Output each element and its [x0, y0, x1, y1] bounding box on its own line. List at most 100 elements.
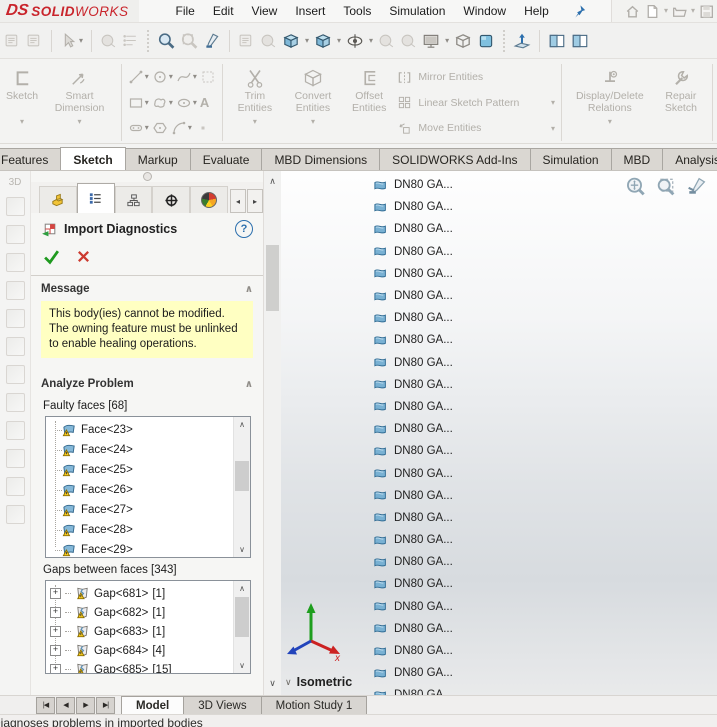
viewport-pane-button[interactable]	[548, 32, 566, 50]
spline-tool-button[interactable]: ▾	[176, 69, 197, 85]
menu-item[interactable]: Insert	[286, 1, 334, 21]
convert-entities-button[interactable]: Convert Entities ▾	[283, 62, 343, 143]
ellipse-dropdown-icon[interactable]: ▾	[193, 98, 197, 107]
gap-item[interactable]: + Gap<683> [1]	[46, 622, 233, 641]
tab-feature-manager[interactable]	[39, 186, 77, 213]
menu-item[interactable]: Help	[515, 1, 558, 21]
document-tab[interactable]: 3D Views	[183, 696, 262, 714]
annotation-item[interactable]: DN80 GA...	[373, 462, 453, 484]
scroll-up-icon[interactable]: ∧	[234, 417, 250, 432]
circle-tool-button[interactable]: ▾	[152, 69, 173, 85]
slot-tool-button[interactable]: ▾	[128, 120, 149, 136]
display-style-button[interactable]	[454, 32, 472, 50]
annotation-item[interactable]: DN80 GA...	[373, 396, 453, 418]
display-settings-button[interactable]	[422, 32, 440, 50]
gap-item[interactable]: + Gap<682> [1]	[46, 603, 233, 622]
sketch-eraser-button[interactable]	[100, 32, 117, 49]
arc-dropdown-icon[interactable]: ▾	[188, 124, 192, 132]
line-tool-button[interactable]: ▾	[128, 69, 149, 85]
tab-display-manager[interactable]	[190, 186, 228, 213]
new-document-button[interactable]	[644, 3, 661, 20]
menu-item[interactable]: Tools	[334, 1, 380, 21]
document-tab[interactable]: Motion Study 1	[260, 696, 368, 714]
smart-dimension-dropdown-icon[interactable]: ▾	[77, 116, 81, 128]
scroll-down-icon[interactable]: ∨	[234, 542, 250, 557]
shaded-view-button[interactable]	[477, 32, 495, 50]
gaps-scrollbar[interactable]: ∧ ∨	[233, 581, 250, 673]
annotation-item[interactable]: DN80 GA...	[373, 196, 453, 218]
tab-dimxpert-manager[interactable]	[152, 186, 191, 213]
faulty-face-item[interactable]: Face<23>	[46, 420, 233, 440]
repair-sketch-button[interactable]: Repair Sketch	[654, 62, 708, 143]
circle-dropdown-icon[interactable]: ▾	[169, 73, 173, 81]
graphics-viewport[interactable]: DN80 GA... DN80 GA... DN80 GA... DN80 GA…	[281, 171, 717, 695]
linear-pattern-dropdown-icon[interactable]: ▾	[551, 98, 555, 107]
feature-tool-icon[interactable]	[5, 365, 25, 384]
view-orientation-dropdown-icon[interactable]: ▾	[305, 36, 309, 45]
hide-show-dropdown-icon[interactable]: ▾	[369, 36, 373, 45]
annotation-item[interactable]: DN80 GA...	[373, 684, 453, 695]
open-document-dropdown-icon[interactable]: ▾	[691, 7, 695, 15]
pin-menubar-icon[interactable]	[572, 3, 587, 19]
annotation-item[interactable]: DN80 GA...	[373, 285, 453, 307]
convert-dropdown-icon[interactable]: ▾	[311, 116, 315, 128]
annotation-item[interactable]: DN80 GA...	[373, 507, 453, 529]
annotation-item[interactable]: DN80 GA...	[373, 329, 453, 351]
section-tool-button[interactable]	[203, 32, 221, 50]
cancel-x-button[interactable]	[76, 249, 91, 264]
feature-tool-icon[interactable]	[5, 477, 25, 496]
previous-tab-button[interactable]: ◀	[56, 696, 75, 714]
print-preview-button[interactable]	[4, 32, 21, 49]
smart-dimension-button[interactable]: Smart Dimension ▾	[42, 62, 117, 143]
gap-item[interactable]: + Gap<684> [4]	[46, 641, 233, 660]
new-document-dropdown-icon[interactable]: ▾	[664, 7, 668, 15]
polygon-tool-button[interactable]	[152, 120, 168, 136]
expand-plus-icon[interactable]: +	[50, 607, 61, 618]
tab-configuration-manager[interactable]	[114, 186, 153, 213]
scroll-up-icon[interactable]: ∧	[234, 581, 250, 596]
annotation-item[interactable]: DN80 GA...	[373, 241, 453, 263]
gap-item[interactable]: + Gap<685> [15]	[46, 660, 233, 673]
scrollbar-thumb[interactable]	[266, 245, 279, 311]
analyze-problem-section-header[interactable]: Analyze Problem ∧	[31, 364, 263, 394]
rotate-view-button[interactable]	[260, 32, 277, 49]
display-delete-relations-button[interactable]: Display/Delete Relations ▾	[566, 62, 654, 143]
move-entities-dropdown-icon[interactable]: ▾	[551, 124, 555, 133]
feature-tool-icon[interactable]	[5, 281, 25, 300]
offset-entities-button[interactable]: Offset Entities	[343, 62, 396, 143]
rectangle-dropdown-icon[interactable]: ▾	[145, 98, 149, 107]
menu-item[interactable]: View	[243, 1, 287, 21]
hide-show-items-button[interactable]	[346, 32, 364, 50]
trim-entities-button[interactable]: Trim Entities ▾	[227, 62, 283, 143]
text-tool-button[interactable]: A	[200, 95, 209, 110]
expand-plus-icon[interactable]: +	[50, 588, 61, 599]
open-document-button[interactable]	[671, 3, 688, 20]
message-section-header[interactable]: Message ∧	[31, 276, 263, 299]
point-tool-button[interactable]	[195, 120, 211, 136]
view-orientation-button[interactable]	[282, 32, 300, 50]
feature-tool-icon[interactable]	[5, 393, 25, 412]
menu-item[interactable]: Window	[454, 1, 515, 21]
annotation-item[interactable]: DN80 GA...	[373, 218, 453, 240]
menu-item[interactable]: Simulation	[380, 1, 454, 21]
panel-tab-scroll-left-button[interactable]: ◂	[229, 189, 246, 213]
document-tab[interactable]: Model	[121, 696, 185, 714]
annotation-item[interactable]: DN80 GA...	[373, 596, 453, 618]
panel-scrollbar[interactable]: ∧ ∨	[263, 171, 281, 695]
first-tab-button[interactable]: |◀	[36, 696, 55, 714]
scroll-down-icon[interactable]: ∨	[234, 658, 250, 673]
section-view-icon[interactable]	[686, 176, 707, 197]
annotation-item[interactable]: DN80 GA...	[373, 440, 453, 462]
select-dropdown-icon[interactable]: ▾	[79, 36, 83, 45]
expand-plus-icon[interactable]: +	[50, 645, 61, 656]
next-tab-button[interactable]: ▶	[76, 696, 95, 714]
faulty-face-item[interactable]: Face<28>	[46, 520, 233, 540]
feature-tool-icon[interactable]	[5, 505, 25, 524]
view-label-chevron-icon[interactable]: ∨	[285, 677, 292, 688]
annotation-item[interactable]: DN80 GA...	[373, 618, 453, 640]
faulty-face-item[interactable]: Face<26>	[46, 480, 233, 500]
slot-dropdown-icon[interactable]: ▾	[145, 124, 149, 132]
command-tab[interactable]: SOLIDWORKS Add-Ins	[379, 148, 531, 170]
zoom-button[interactable]	[157, 32, 175, 50]
sketch-dropdown-icon[interactable]: ▾	[20, 116, 24, 128]
